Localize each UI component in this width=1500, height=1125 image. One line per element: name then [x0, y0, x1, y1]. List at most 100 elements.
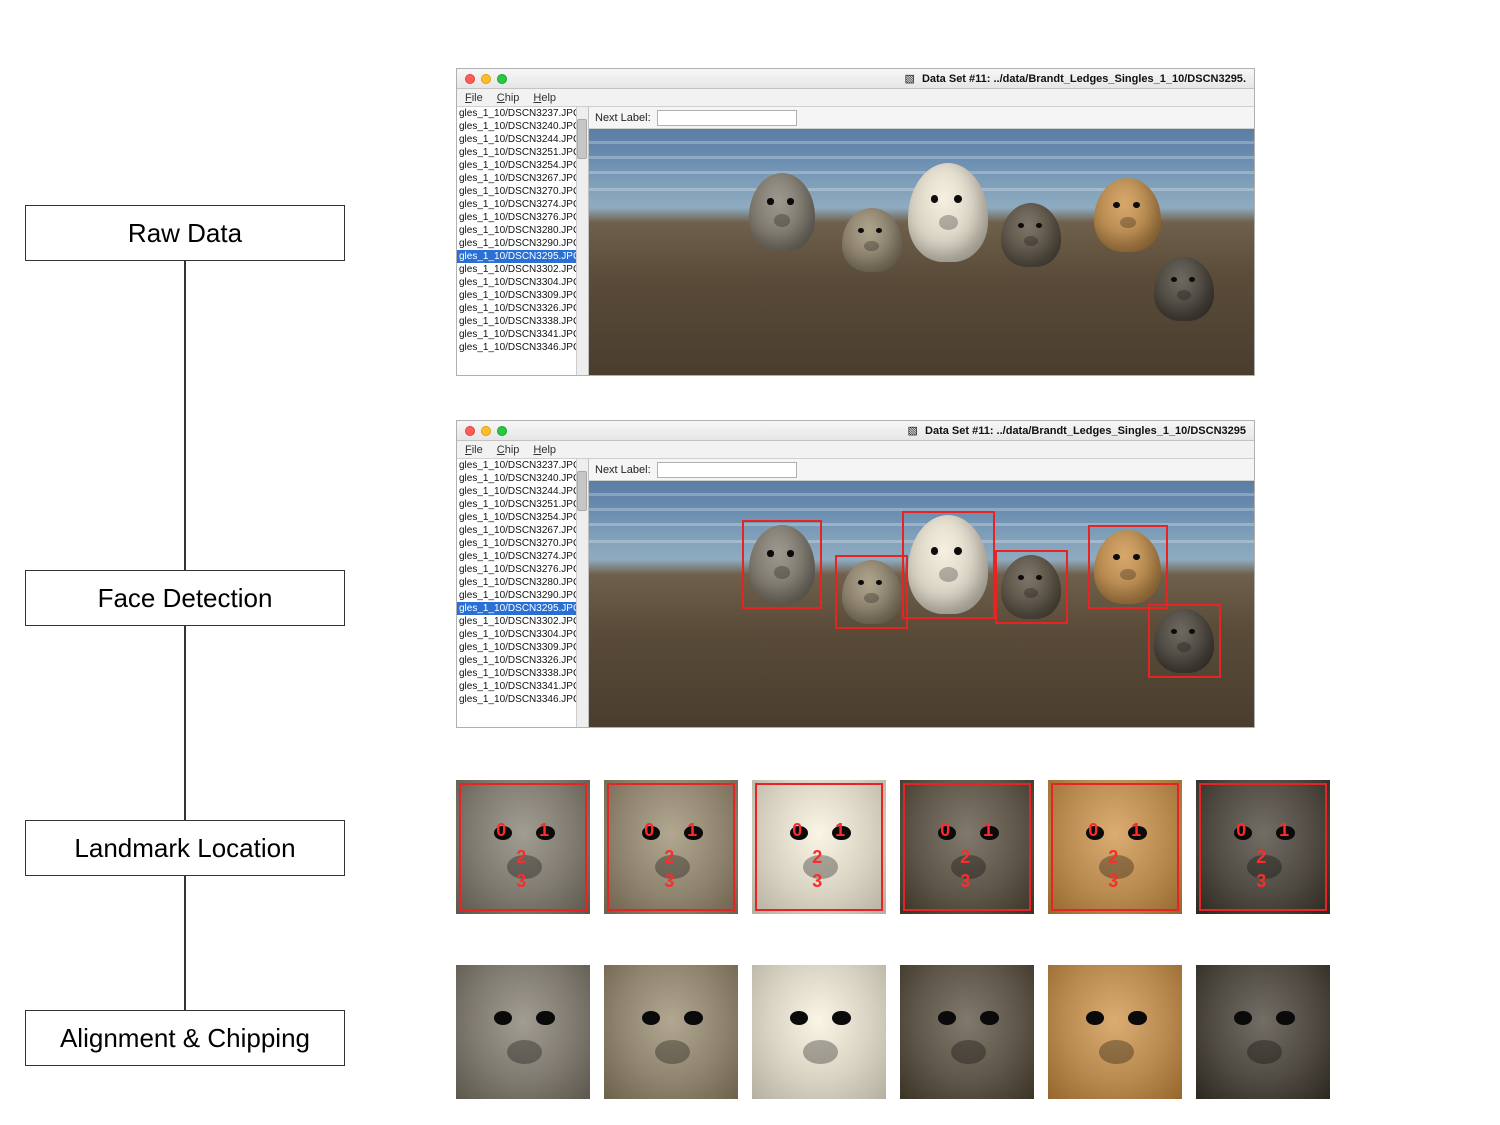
file-list-item[interactable]: gles_1_10/DSCN3341.JPG: [457, 328, 588, 341]
scrollbar[interactable]: [576, 107, 588, 375]
file-list-item[interactable]: gles_1_10/DSCN3346.JPG: [457, 341, 588, 354]
detection-box[interactable]: [1148, 604, 1221, 678]
window-title: ▧ Data Set #11: ../data/Brandt_Ledges_Si…: [904, 72, 1246, 85]
detection-box[interactable]: [1088, 525, 1168, 609]
seal-face-chip: 0123: [1196, 780, 1330, 914]
next-label-text: Next Label:: [595, 464, 651, 476]
menu-help[interactable]: Help: [533, 92, 556, 104]
seal-face-chip: 0123: [752, 780, 886, 914]
flow-connector: [184, 876, 186, 1010]
flow-box-detect: Face Detection: [25, 570, 345, 626]
menu-chip[interactable]: Chip: [497, 92, 520, 104]
flow-connector: [184, 261, 186, 570]
landmark-label: 2: [1108, 847, 1118, 868]
seal-grey-left: [749, 173, 816, 252]
file-list-item[interactable]: gles_1_10/DSCN3341.JPG: [457, 680, 588, 693]
file-list-item[interactable]: gles_1_10/DSCN3240.JPG: [457, 120, 588, 133]
file-list-item[interactable]: gles_1_10/DSCN3280.JPG: [457, 576, 588, 589]
landmark-label: 1: [687, 820, 697, 841]
landmark-label: 2: [960, 847, 970, 868]
scrollbar-thumb[interactable]: [577, 119, 587, 159]
minimize-icon[interactable]: [481, 426, 491, 436]
scrollbar[interactable]: [576, 459, 588, 727]
file-list-item[interactable]: gles_1_10/DSCN3304.JPG: [457, 628, 588, 641]
menu-file[interactable]: File: [465, 92, 483, 104]
landmark-label: 0: [644, 820, 654, 841]
seal-face-chip: [900, 965, 1034, 1099]
seal-face-chip: [1196, 965, 1330, 1099]
menu-chip[interactable]: Chip: [497, 444, 520, 456]
file-list-item[interactable]: gles_1_10/DSCN3251.JPG: [457, 146, 588, 159]
file-list-item[interactable]: gles_1_10/DSCN3304.JPG: [457, 276, 588, 289]
file-list-item[interactable]: gles_1_10/DSCN3240.JPG: [457, 472, 588, 485]
file-list-item[interactable]: gles_1_10/DSCN3244.JPG: [457, 485, 588, 498]
file-list-item[interactable]: gles_1_10/DSCN3251.JPG: [457, 498, 588, 511]
seal-face-chip: [604, 965, 738, 1099]
detection-box[interactable]: [835, 555, 908, 629]
seal-face-chip: 0123: [456, 780, 590, 914]
next-label-input[interactable]: [657, 110, 797, 126]
file-list-item[interactable]: gles_1_10/DSCN3244.JPG: [457, 133, 588, 146]
file-list-item[interactable]: gles_1_10/DSCN3309.JPG: [457, 641, 588, 654]
detection-box[interactable]: [995, 550, 1068, 624]
aligned-chips: [456, 965, 1330, 1099]
file-list-item[interactable]: gles_1_10/DSCN3338.JPG: [457, 315, 588, 328]
flow-label: Landmark Location: [74, 833, 295, 864]
detection-box[interactable]: [902, 511, 995, 619]
file-list-item[interactable]: gles_1_10/DSCN3274.JPG: [457, 198, 588, 211]
file-list-item[interactable]: gles_1_10/DSCN3290.JPG: [457, 237, 588, 250]
file-list-item[interactable]: gles_1_10/DSCN3237.JPG: [457, 107, 588, 120]
file-list-item[interactable]: gles_1_10/DSCN3267.JPG: [457, 172, 588, 185]
file-list-item[interactable]: gles_1_10/DSCN3346.JPG: [457, 693, 588, 706]
file-list[interactable]: ▲ gles_1_10/DSCN3237.JPGgles_1_10/DSCN32…: [457, 459, 589, 727]
file-list-item[interactable]: gles_1_10/DSCN3326.JPG: [457, 302, 588, 315]
next-label-input[interactable]: [657, 462, 797, 478]
flow-label: Raw Data: [128, 218, 242, 249]
menu-file[interactable]: File: [465, 444, 483, 456]
file-list-item[interactable]: gles_1_10/DSCN3326.JPG: [457, 654, 588, 667]
file-list[interactable]: ▲ gles_1_10/DSCN3237.JPGgles_1_10/DSCN32…: [457, 107, 589, 375]
landmark-label: 3: [812, 871, 822, 892]
next-label-text: Next Label:: [595, 112, 651, 124]
close-icon[interactable]: [465, 426, 475, 436]
flow-box-align: Alignment & Chipping: [25, 1010, 345, 1066]
zoom-icon[interactable]: [497, 74, 507, 84]
file-list-item[interactable]: gles_1_10/DSCN3280.JPG: [457, 224, 588, 237]
file-list-item[interactable]: gles_1_10/DSCN3290.JPG: [457, 589, 588, 602]
landmark-label: 0: [1088, 820, 1098, 841]
file-list-item[interactable]: gles_1_10/DSCN3309.JPG: [457, 289, 588, 302]
zoom-icon[interactable]: [497, 426, 507, 436]
file-list-item[interactable]: gles_1_10/DSCN3274.JPG: [457, 550, 588, 563]
detection-box[interactable]: [742, 520, 822, 609]
seal-tan: [1094, 178, 1161, 252]
landmark-label: 3: [960, 871, 970, 892]
landmark-label: 0: [940, 820, 950, 841]
landmark-label: 0: [496, 820, 506, 841]
landmark-label: 1: [983, 820, 993, 841]
window-body: ▲ gles_1_10/DSCN3237.JPGgles_1_10/DSCN32…: [457, 107, 1254, 375]
file-list-item[interactable]: gles_1_10/DSCN3270.JPG: [457, 537, 588, 550]
minimize-icon[interactable]: [481, 74, 491, 84]
seal-face-chip: [456, 965, 590, 1099]
file-list-item[interactable]: gles_1_10/DSCN3270.JPG: [457, 185, 588, 198]
menu-help[interactable]: Help: [533, 444, 556, 456]
traffic-lights: [465, 74, 507, 84]
file-list-item[interactable]: gles_1_10/DSCN3254.JPG: [457, 159, 588, 172]
seal-light-center: [908, 163, 988, 261]
flow-box-landmark: Landmark Location: [25, 820, 345, 876]
file-list-item[interactable]: gles_1_10/DSCN3302.JPG: [457, 263, 588, 276]
file-list-item[interactable]: gles_1_10/DSCN3295.JPG: [457, 602, 588, 615]
file-list-item[interactable]: gles_1_10/DSCN3254.JPG: [457, 511, 588, 524]
landmark-label: 0: [1236, 820, 1246, 841]
file-list-item[interactable]: gles_1_10/DSCN3295.JPG: [457, 250, 588, 263]
file-list-item[interactable]: gles_1_10/DSCN3267.JPG: [457, 524, 588, 537]
file-list-item[interactable]: gles_1_10/DSCN3276.JPG: [457, 211, 588, 224]
seal-face-chip: 0123: [1048, 780, 1182, 914]
landmark-label: 2: [812, 847, 822, 868]
file-list-item[interactable]: gles_1_10/DSCN3302.JPG: [457, 615, 588, 628]
file-list-item[interactable]: gles_1_10/DSCN3276.JPG: [457, 563, 588, 576]
close-icon[interactable]: [465, 74, 475, 84]
scrollbar-thumb[interactable]: [577, 471, 587, 511]
file-list-item[interactable]: gles_1_10/DSCN3338.JPG: [457, 667, 588, 680]
file-list-item[interactable]: gles_1_10/DSCN3237.JPG: [457, 459, 588, 472]
